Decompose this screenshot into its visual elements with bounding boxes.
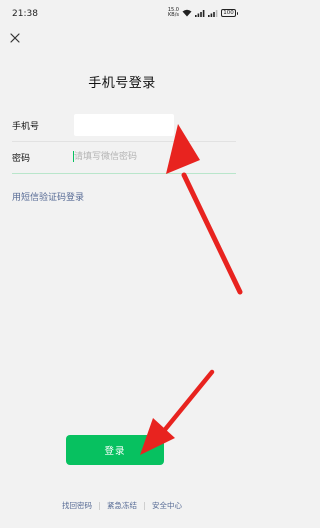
password-divider bbox=[12, 173, 236, 174]
close-button[interactable] bbox=[8, 30, 22, 44]
login-screen: 21:38 15.0 KB/s 100 手机号登录 手机号 密码 用短信验证码登… bbox=[0, 0, 244, 528]
signal-icon bbox=[195, 10, 205, 17]
password-input[interactable] bbox=[74, 146, 174, 168]
footer-link-recover-password[interactable]: 找回密码 bbox=[62, 500, 92, 511]
phone-divider bbox=[12, 141, 236, 142]
password-label: 密码 bbox=[12, 154, 31, 164]
page-title: 手机号登录 bbox=[88, 76, 156, 91]
wifi-icon bbox=[182, 9, 192, 17]
login-button[interactable]: 登录 bbox=[66, 435, 164, 465]
phone-input[interactable] bbox=[74, 114, 174, 136]
network-speed-unit: KB/s bbox=[168, 12, 179, 18]
footer-links: 找回密码 紧急冻结 安全中心 bbox=[0, 500, 244, 511]
network-speed: 15.0 KB/s bbox=[168, 8, 179, 18]
password-row: 密码 bbox=[12, 144, 236, 174]
footer-divider bbox=[144, 501, 145, 510]
footer-link-security-center[interactable]: 安全中心 bbox=[152, 500, 182, 511]
status-time: 21:38 bbox=[12, 9, 38, 19]
status-icons: 15.0 KB/s 100 bbox=[168, 8, 238, 18]
phone-label: 手机号 bbox=[12, 122, 40, 132]
footer-divider bbox=[99, 501, 100, 510]
phone-row: 手机号 bbox=[12, 112, 236, 142]
battery-icon: 100 bbox=[221, 9, 238, 17]
signal-icon-2 bbox=[208, 10, 218, 17]
footer-link-emergency-freeze[interactable]: 紧急冻结 bbox=[107, 500, 137, 511]
close-icon bbox=[10, 33, 20, 43]
sms-login-link[interactable]: 用短信验证码登录 bbox=[12, 190, 84, 203]
status-bar: 21:38 15.0 KB/s 100 bbox=[0, 0, 244, 28]
